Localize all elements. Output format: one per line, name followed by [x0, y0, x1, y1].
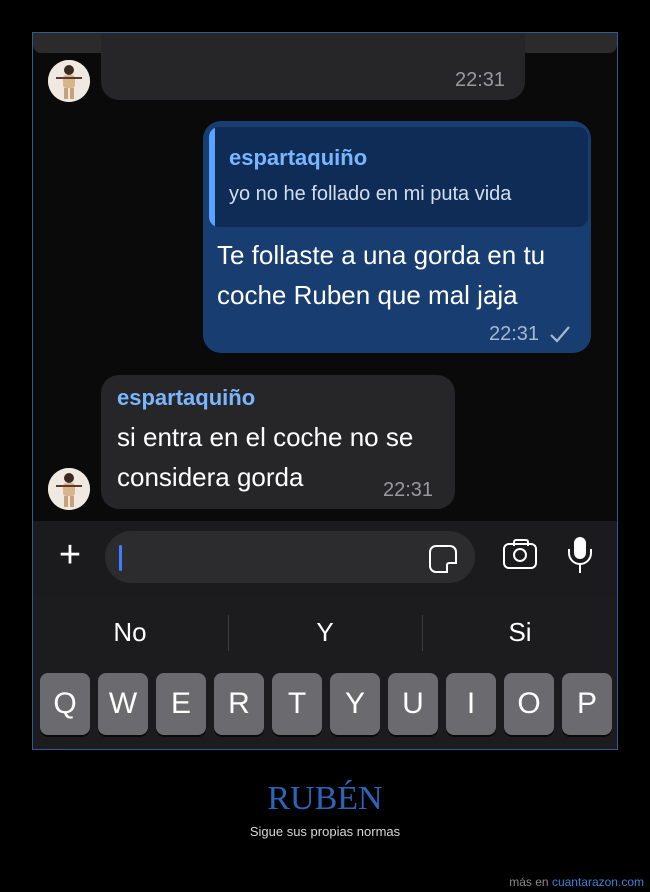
key-y[interactable]: Y [330, 673, 380, 735]
footer-credit: más en cuantarazon.com [509, 875, 644, 889]
key-w[interactable]: W [98, 673, 148, 735]
message-line: Te follaste a una gorda en tu [217, 240, 546, 270]
key-u[interactable]: U [388, 673, 438, 735]
message-line: coche Ruben que mal jaja [217, 280, 518, 310]
message-time: 22:31 [489, 323, 540, 345]
key-e[interactable]: E [156, 673, 206, 735]
suggestion-si[interactable]: Si [423, 595, 617, 669]
avatar[interactable] [48, 60, 90, 102]
sticker-icon[interactable] [429, 545, 457, 573]
quote-bar [209, 127, 215, 227]
message-text: si entra en el coche no se considera gor… [117, 417, 413, 497]
caption-subtitle: Sigue sus propias normas [249, 824, 401, 839]
quote-sender: espartaquiño [229, 145, 368, 170]
suggestion-y[interactable]: Y [228, 595, 422, 669]
footer-site-link[interactable]: cuantarazon.com [552, 875, 644, 889]
sender-name[interactable]: espartaquiño [117, 385, 255, 411]
avatar-photo-icon [48, 60, 90, 102]
message-time: 22:31 [383, 479, 434, 501]
incoming-message-bubble[interactable]: espartaquiño si entra en el coche no se … [101, 375, 455, 509]
microphone-icon[interactable] [567, 537, 593, 577]
message-text: Te follaste a una gorda en tu coche Rube… [217, 235, 545, 315]
message-time: 22:31 [455, 69, 506, 91]
key-o[interactable]: O [504, 673, 554, 735]
chat-area[interactable]: 22:31 espartaquiño yo no he follado en m… [33, 33, 617, 521]
key-i[interactable]: I [446, 673, 496, 735]
key-p[interactable]: P [562, 673, 612, 735]
keyboard-suggestions: No Y Si [33, 595, 617, 669]
text-cursor [119, 545, 122, 571]
key-q[interactable]: Q [40, 673, 90, 735]
suggestion-no[interactable]: No [33, 595, 227, 669]
key-t[interactable]: T [272, 673, 322, 735]
avatar-photo-icon [48, 468, 90, 510]
outgoing-message-bubble[interactable]: espartaquiño yo no he follado en mi puta… [203, 121, 591, 353]
message-line: considera gorda [117, 462, 304, 492]
keyboard-row: Q W E R T Y U I O P [33, 669, 617, 749]
message-line: si entra en el coche no se [117, 422, 414, 452]
previous-message-bubble[interactable]: 22:31 [101, 33, 525, 100]
avatar[interactable] [48, 468, 90, 510]
plus-icon[interactable]: + [51, 536, 89, 575]
footer-prefix: más en [509, 875, 552, 889]
quote-text: yo no he follado en mi puta vida [229, 183, 512, 205]
key-r[interactable]: R [214, 673, 264, 735]
message-composer: + [33, 521, 617, 595]
quoted-message[interactable]: espartaquiño yo no he follado en mi puta… [209, 127, 588, 227]
screenshot-frame: 22:31 espartaquiño yo no he follado en m… [32, 32, 618, 750]
checkmark-icon [550, 326, 570, 343]
camera-icon[interactable] [503, 539, 537, 569]
caption-title: RUBÉN [267, 780, 383, 817]
message-input[interactable] [105, 531, 475, 583]
